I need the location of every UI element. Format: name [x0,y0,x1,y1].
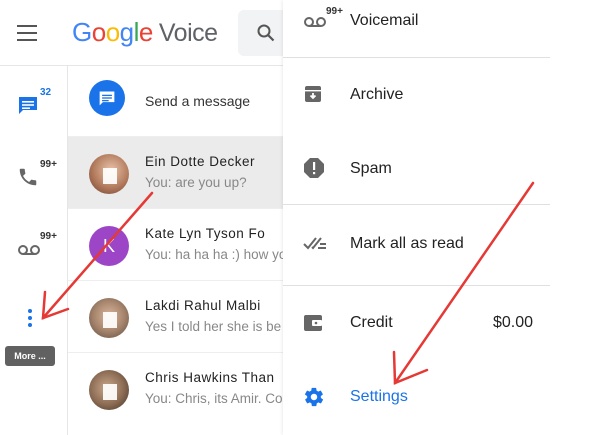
list-item[interactable]: Chris Hawkins Than You: Chris, its Amir.… [68,352,283,424]
screenshot-root: Google Voice 32 99+ 99+ More ... Send a … [0,0,589,435]
logo-letter: e [138,17,153,47]
gear-icon [304,387,324,407]
spam-icon [304,158,324,178]
done-all-icon [303,237,326,250]
menu-item-label: Mark all as read [350,235,464,252]
nav-rail: 32 99+ 99+ More ... [0,66,68,435]
wallet-icon [304,315,322,331]
message-snippet: Yes I told her she is be [145,319,282,334]
menu-item-label: Archive [350,86,404,103]
conversation-list: Send a message Ein Dotte Decker You: are… [68,66,283,435]
voicemail-icon [304,17,326,27]
avatar [89,298,129,338]
contact-name: Lakdi Rahul Malbi [145,298,261,313]
avatar: K [89,226,129,266]
message-snippet: You: are you up? [145,175,247,190]
list-item[interactable]: Ein Dotte Decker You: are you up? [68,136,283,208]
list-item[interactable]: K Kate Lyn Tyson Fo You: ha ha ha :) how… [68,208,283,280]
phone-icon [19,168,37,186]
logo-letter: o [105,17,120,47]
more-tooltip: More ... [5,346,55,366]
menu-item-archive[interactable]: Archive [283,58,589,130]
contact-name: Kate Lyn Tyson Fo [145,226,266,241]
menu-item-label: Settings [350,388,408,405]
logo-letter: g [119,17,134,47]
nav-more[interactable] [0,300,68,340]
menu-item-voicemail[interactable]: 99+ Voicemail [283,0,589,56]
avatar [89,370,129,410]
app-header: Google Voice [0,0,283,66]
nav-messages[interactable]: 32 [0,84,68,124]
google-voice-app: Google Voice 32 99+ 99+ More ... Send a … [0,0,283,435]
messages-badge: 32 [40,87,52,98]
logo-letter: G [72,17,92,47]
menu-item-settings[interactable]: Settings [283,362,589,435]
menu-icon[interactable] [17,25,37,41]
message-icon [99,91,115,106]
search-button[interactable] [238,10,283,56]
send-message-avatar [89,80,125,116]
voicemail-badge: 99+ [40,231,57,242]
search-icon [257,24,275,42]
contact-name: Chris Hawkins Than [145,370,275,385]
contact-name: Ein Dotte Decker [145,154,256,169]
message-snippet: You: Chris, its Amir. Co [145,391,283,406]
message-icon [19,97,37,114]
menu-item-credit[interactable]: Credit $0.00 [283,286,589,360]
send-message-label: Send a message [145,93,251,109]
credit-value: $0.00 [492,314,533,331]
logo-product-name: Voice [158,19,218,47]
menu-item-spam[interactable]: Spam [283,132,589,204]
voicemail-icon [18,245,40,255]
more-menu: 99+ Voicemail Archive Spam Mark all as r… [283,0,589,435]
list-item[interactable]: Lakdi Rahul Malbi Yes I told her she is … [68,280,283,352]
menu-item-label: Credit [350,314,393,331]
avatar [89,154,129,194]
nav-calls[interactable]: 99+ [0,156,68,196]
menu-item-label: Voicemail [350,12,419,29]
voicemail-badge: 99+ [326,6,343,17]
google-voice-logo[interactable]: Google Voice [72,17,218,48]
archive-icon [305,86,321,102]
menu-item-mark-all-read[interactable]: Mark all as read [283,205,589,285]
message-snippet: You: ha ha ha :) how yo [145,247,283,262]
send-message-button[interactable]: Send a message [68,66,283,136]
menu-item-label: Spam [350,160,392,177]
more-vert-icon [28,309,32,327]
calls-badge: 99+ [40,159,57,170]
nav-voicemail[interactable]: 99+ [0,228,68,268]
logo-letter: o [91,17,106,47]
